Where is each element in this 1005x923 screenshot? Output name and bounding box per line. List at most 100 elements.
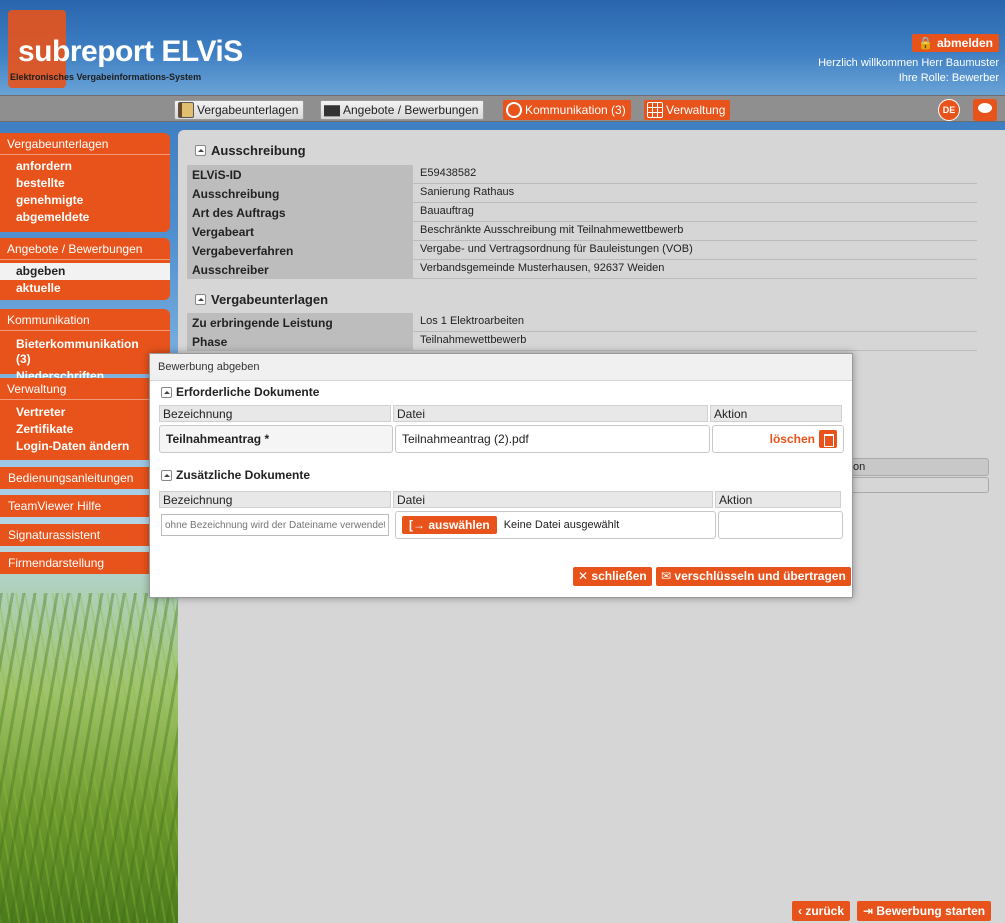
file-cell: [→ auswählen Keine Datei ausgewählt bbox=[395, 511, 716, 539]
back-label: zurück bbox=[805, 904, 845, 918]
info-row: Ausschreiber Verbandsgemeinde Musterhause… bbox=[187, 260, 977, 279]
header: subreport ELViS Elektronisches Vergabein… bbox=[0, 0, 1005, 95]
document-file: Teilnahmeantrag (2).pdf bbox=[395, 425, 710, 453]
welcome-line: Herzlich willkommen Herr Baumuster bbox=[818, 57, 999, 69]
logo[interactable]: subreport ELViS bbox=[18, 35, 243, 69]
table-row: [→ auswählen Keine Datei ausgewählt bbox=[159, 511, 844, 539]
tab-verwaltung[interactable]: Verwaltung bbox=[644, 100, 731, 120]
table-row: Teilnahmeantrag * Teilnahmeantrag (2).pd… bbox=[159, 425, 844, 453]
dialog-title: Bewerbung abgeben bbox=[150, 354, 852, 381]
teamviewer-button[interactable]: TeamViewer Hilfe bbox=[0, 495, 170, 517]
trash-icon[interactable] bbox=[819, 430, 837, 448]
sidebar-angebote: Angebote / Bewerbungen abgeben aktuelle bbox=[0, 238, 170, 300]
start-label: Bewerbung starten bbox=[876, 904, 986, 918]
manuals-button[interactable]: Bedienungsanleitungen bbox=[0, 467, 170, 489]
tab-kommunikation[interactable]: Kommunikation (3) bbox=[503, 100, 631, 120]
document-icon bbox=[178, 102, 194, 118]
language-button[interactable]: DE bbox=[938, 99, 960, 121]
sidebar-item-login-daten[interactable]: Login-Daten ändern bbox=[0, 438, 170, 455]
sidebar-item-aktuelle[interactable]: aktuelle bbox=[0, 280, 170, 297]
close-label: schließen bbox=[591, 569, 647, 583]
info-value: Beschränkte Ausschreibung mit Teilnahmew… bbox=[413, 222, 977, 241]
sidebar-item-abgemeldete[interactable]: abgemeldete bbox=[0, 209, 170, 226]
encrypt-submit-button[interactable]: ✉ verschlüsseln und übertragen bbox=[656, 567, 851, 586]
tab-label: Angebote / Bewerbungen bbox=[343, 103, 479, 117]
sidebar-item-genehmigte[interactable]: genehmigte bbox=[0, 192, 170, 209]
info-row: Ausschreibung Sanierung Rathaus bbox=[187, 184, 977, 203]
info-label: Ausschreibung bbox=[187, 184, 413, 203]
logo-sub: sub bbox=[18, 35, 70, 68]
delete-link[interactable]: löschen bbox=[770, 432, 815, 446]
info-row: Vergabeart Beschränkte Ausschreibung mit … bbox=[187, 222, 977, 241]
info-label: Art des Auftrags bbox=[187, 203, 413, 222]
section-title: Erforderliche Dokumente bbox=[176, 385, 320, 399]
additional-table-header: Bezeichnung Datei Aktion bbox=[159, 491, 844, 508]
info-label: Vergabeart bbox=[187, 222, 413, 241]
top-navigation: Vergabeunterlagen Angebote / Bewerbungen… bbox=[0, 95, 1005, 122]
envelope-icon: ✉ bbox=[661, 569, 675, 583]
back-button[interactable]: ‹ zurück bbox=[792, 901, 851, 921]
section-additional-documents[interactable]: Zusätzliche Dokumente bbox=[161, 468, 310, 482]
required-table-header: Bezeichnung Datei Aktion bbox=[159, 405, 844, 422]
tab-label: Verwaltung bbox=[666, 103, 726, 117]
info-label: Vergabeverfahren bbox=[187, 241, 413, 260]
tab-vergabeunterlagen[interactable]: Vergabeunterlagen bbox=[174, 100, 305, 120]
section-title: Zusätzliche Dokumente bbox=[176, 468, 311, 482]
role-line: Ihre Rolle: Bewerber bbox=[898, 72, 999, 84]
section-vergabeunterlagen[interactable]: Vergabeunterlagen bbox=[195, 292, 328, 307]
info-value: Bauauftrag bbox=[413, 203, 977, 222]
tab-label: Vergabeunterlagen bbox=[197, 103, 299, 117]
name-cell bbox=[159, 511, 393, 539]
tab-label: Kommunikation (3) bbox=[525, 103, 626, 117]
sidebar-heading[interactable]: Verwaltung bbox=[0, 378, 170, 400]
collapse-toggle-icon[interactable] bbox=[195, 145, 206, 156]
collapse-toggle-icon[interactable] bbox=[161, 469, 172, 481]
sidebar-heading[interactable]: Kommunikation bbox=[0, 309, 170, 331]
logo-rest: report ELViS bbox=[69, 35, 243, 68]
sidebar-item-bieterkommunikation[interactable]: Bieterkommunikation (3) bbox=[0, 336, 170, 368]
document-name-input[interactable] bbox=[161, 514, 389, 536]
lock-icon: 🔒 bbox=[918, 36, 933, 50]
choose-file-button[interactable]: [→ auswählen bbox=[402, 516, 497, 534]
user-icon bbox=[506, 102, 522, 118]
info-value: Los 1 Elektroarbeiten bbox=[413, 313, 977, 332]
collapse-toggle-icon[interactable] bbox=[195, 294, 206, 305]
logout-label: abmelden bbox=[936, 36, 993, 50]
action-cell bbox=[718, 511, 843, 539]
logout-button[interactable]: 🔒 abmelden bbox=[912, 34, 999, 52]
info-row: Art des Auftrags Bauauftrag bbox=[187, 203, 977, 222]
sidebar-item-anfordern[interactable]: anfordern bbox=[0, 158, 170, 175]
tab-angebote[interactable]: Angebote / Bewerbungen bbox=[320, 100, 485, 120]
submit-label: verschlüsseln und übertragen bbox=[674, 569, 846, 583]
info-value: Sanierung Rathaus bbox=[413, 184, 977, 203]
section-required-documents[interactable]: Erforderliche Dokumente bbox=[161, 385, 319, 399]
info-label: Ausschreiber bbox=[187, 260, 413, 279]
sidebar-item-abgeben[interactable]: abgeben bbox=[0, 263, 170, 280]
no-file-text: Keine Datei ausgewählt bbox=[503, 519, 620, 531]
sidebar-item-bestellte[interactable]: bestellte bbox=[0, 175, 170, 192]
signature-assistant-button[interactable]: Signaturassistent bbox=[0, 524, 170, 546]
info-value: Teilnahmewettbewerb bbox=[413, 332, 977, 351]
sidebar-item-vertreter[interactable]: Vertreter bbox=[0, 404, 170, 421]
chat-icon[interactable] bbox=[973, 99, 997, 121]
partial-table-row bbox=[848, 477, 989, 493]
collapse-toggle-icon[interactable] bbox=[161, 386, 172, 398]
sidebar-item-zertifikate[interactable]: Zertifikate bbox=[0, 421, 170, 438]
document-name: Teilnahmeantrag * bbox=[159, 425, 393, 453]
sidebar-heading[interactable]: Vergabeunterlagen bbox=[0, 133, 170, 155]
close-icon: ✕ bbox=[578, 569, 592, 583]
welcome-text: Herzlich willkommen Herr Baumuster Ihre … bbox=[818, 56, 999, 86]
choose-file-label: auswählen bbox=[428, 518, 490, 532]
action-cell: löschen bbox=[712, 425, 844, 453]
column-header-file: Datei bbox=[393, 405, 708, 422]
close-button[interactable]: ✕ schließen bbox=[573, 567, 652, 586]
section-ausschreibung[interactable]: Ausschreibung bbox=[195, 143, 306, 158]
info-label: ELViS-ID bbox=[187, 165, 413, 184]
sidebar-heading[interactable]: Angebote / Bewerbungen bbox=[0, 238, 170, 260]
column-header-action: Aktion bbox=[710, 405, 842, 422]
sidebar-verwaltung: Verwaltung Vertreter Zertifikate Login-D… bbox=[0, 378, 170, 460]
company-profile-button[interactable]: Firmendarstellung bbox=[0, 552, 170, 574]
envelope-icon bbox=[324, 105, 340, 117]
start-application-button[interactable]: ⇥ Bewerbung starten bbox=[857, 901, 992, 921]
info-row: Zu erbringende Leistung Los 1 Elektroarbe… bbox=[187, 313, 977, 332]
